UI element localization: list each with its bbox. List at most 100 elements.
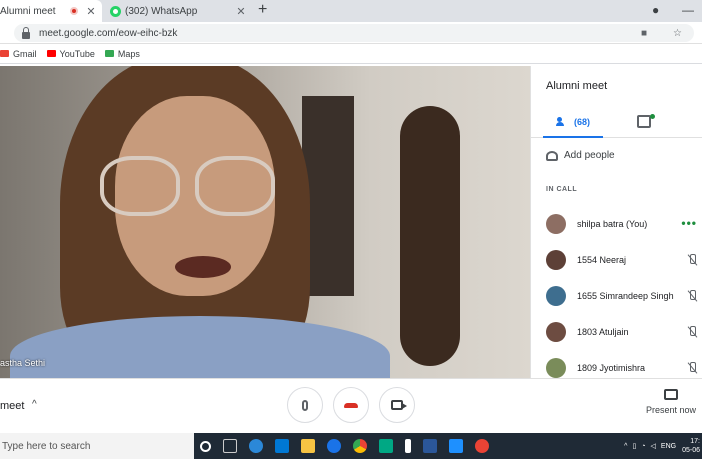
tab-search-icon[interactable]: ● [652,3,659,17]
mail-icon[interactable] [275,439,289,453]
chrome-icon[interactable] [353,439,367,453]
youtube-icon [46,50,56,57]
avatar [546,358,566,378]
participant-row[interactable]: 1803 Atuljain [531,314,702,350]
file-explorer-icon[interactable] [301,439,315,453]
camera-permission-icon[interactable]: ■ [641,28,647,39]
tab-whatsapp[interactable]: (302) WhatsApp ✕ [102,0,252,22]
add-people-label: Add people [564,150,615,161]
photos-icon[interactable] [449,439,463,453]
video-person-mouth [175,256,231,278]
language-indicator[interactable]: ENG [661,443,676,450]
minimize-button[interactable]: — [682,3,694,17]
hang-up-button[interactable] [333,387,369,423]
video-name-label: astha Sethi [0,358,46,368]
avatar [546,322,566,342]
video-guitar [400,106,460,366]
people-icon [555,117,570,127]
add-person-icon [546,150,558,161]
chat-icon[interactable] [637,115,651,128]
wifi-icon[interactable]: ◔ [641,443,645,450]
bookmark-label: YouTube [59,48,95,59]
bolt-icon[interactable] [405,439,411,453]
bookmark-label: Gmail [13,48,37,59]
mic-off-icon [687,290,697,302]
camera-icon [391,400,407,410]
tab-people[interactable]: (68) [543,108,603,138]
close-tab-icon[interactable]: ✕ [234,5,248,18]
participant-name: 1803 Atuljain [577,327,629,337]
meeting-controls-bar: meet ^ Present now [0,378,702,433]
present-label: Present now [645,405,697,415]
star-icon[interactable]: ☆ [673,28,682,39]
participant-name: 1655 Simrandeep Singh [577,291,674,301]
mic-off-icon [687,254,697,266]
avatar [546,286,566,306]
task-view-icon[interactable] [223,439,237,453]
cortana-icon[interactable] [200,440,211,452]
in-call-heading: IN CALL [546,186,578,193]
microphone-button[interactable] [287,387,323,423]
app-icon[interactable] [327,439,341,453]
participant-row[interactable]: 1655 Simrandeep Singh [531,278,702,314]
maps-icon [104,50,114,57]
chrome-profile-icon[interactable] [475,439,489,453]
present-icon [664,389,678,400]
mic-off-icon [687,362,697,374]
search-placeholder: Type here to search [2,440,91,452]
participant-row[interactable]: 1554 Neeraj [531,242,702,278]
meeting-details-label[interactable]: meet [0,400,24,412]
main-video-tile[interactable]: astha Sethi [0,66,530,378]
bookmark-gmail[interactable]: Gmail [0,49,37,59]
participant-count: (68) [573,117,590,127]
meeting-title: Alumni meet [546,80,608,92]
tab-title: Alumni meet [0,5,56,17]
chevron-up-icon[interactable]: ^ [32,399,37,410]
teams-icon[interactable] [379,439,393,453]
battery-icon[interactable]: ▯ [632,442,636,450]
avatar [546,250,566,270]
microphone-icon [302,399,308,411]
browser-tab-bar: Alumni meet ✕ (302) WhatsApp ✕ + ● — [0,0,702,22]
bookmark-youtube[interactable]: YouTube [46,48,95,59]
clock-date: 05-06 [682,447,700,454]
tab-alumni-meet[interactable]: Alumni meet ✕ [0,0,102,22]
mic-off-icon [687,326,697,338]
bookmark-label: Maps [117,48,140,59]
clock-time: 17: [690,438,700,445]
close-tab-icon[interactable]: ✕ [84,5,98,18]
panel-tabs: (68) [531,108,702,138]
camera-button[interactable] [379,387,415,423]
participant-name: 1554 Neeraj [577,255,627,265]
recording-icon [70,7,78,15]
system-tray: ^ ▯ ◔ ◁ ENG 17: 05-06 [624,433,702,459]
new-tab-button[interactable]: + [258,1,267,19]
participant-row[interactable]: shilpa batra (You) ••• [531,206,702,242]
whatsapp-icon [110,5,121,17]
word-icon[interactable] [423,439,437,453]
bookmark-maps[interactable]: Maps [104,48,140,59]
more-options-icon[interactable]: ••• [681,216,697,230]
taskbar-search-input[interactable]: Type here to search [0,433,194,459]
gmail-icon [0,50,9,57]
clock[interactable]: 17: 05-06 [682,437,702,455]
chat-notification-dot [650,114,655,119]
hang-up-icon [344,402,358,408]
edge-icon[interactable] [249,439,263,453]
lock-icon [22,26,30,39]
add-people-button[interactable]: Add people [546,150,615,161]
participants-panel: Alumni meet (68) Add people IN CALL shil… [530,66,702,378]
tray-chevron-icon[interactable]: ^ [624,443,627,450]
video-person-glasses [100,156,290,216]
tab-title: (302) WhatsApp [125,5,198,17]
address-bar: meet.google.com/eow-eihc-bzk ■ ☆ [0,22,702,44]
volume-icon[interactable]: ◁ [651,442,656,450]
bookmarks-bar: Gmail YouTube Maps [0,44,702,64]
url-input[interactable]: meet.google.com/eow-eihc-bzk ■ ☆ [14,24,694,42]
avatar [546,214,566,234]
participant-name: 1809 Jyotimishra [577,363,646,373]
participant-list: shilpa batra (You) ••• 1554 Neeraj 1655 … [531,206,702,386]
present-now-button[interactable]: Present now [640,389,702,415]
url-text: meet.google.com/eow-eihc-bzk [39,27,178,39]
windows-taskbar: Type here to search ^ ▯ ◔ ◁ ENG 17: 05-0… [0,433,702,459]
